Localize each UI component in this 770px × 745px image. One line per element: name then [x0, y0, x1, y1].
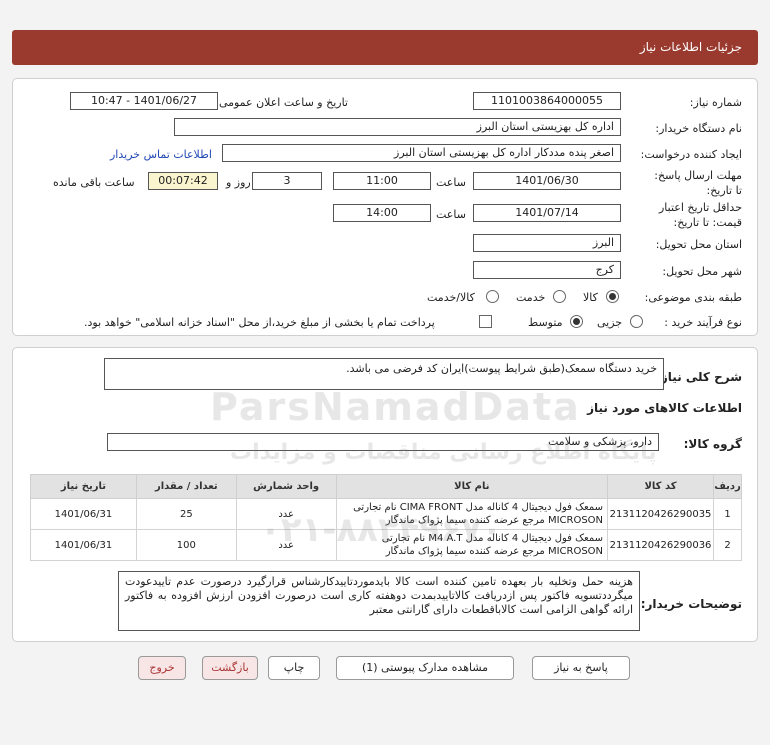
cell-row: 2: [713, 529, 742, 561]
validity-time-field: 14:00: [333, 204, 431, 222]
need-number-field: 1101003864000055: [473, 92, 621, 110]
goods-info-title: اطلاعات کالاهای مورد نیاز: [587, 401, 742, 415]
cell-qty: 25: [135, 498, 237, 530]
page-header: جزئیات اطلاعات نیاز: [12, 30, 758, 65]
col-row: ردیف: [713, 474, 742, 499]
description-label: شرح کلی نیاز:: [656, 370, 742, 384]
category-option-goods: کالا: [583, 291, 598, 304]
days-label: روز و: [226, 176, 251, 189]
cell-unit: عدد: [235, 529, 337, 561]
cell-name: سمعک فول دیجیتال 4 کاناله مدل M4 A.T نام…: [335, 529, 609, 561]
goods-group-label: گروه کالا:: [683, 437, 742, 451]
col-name: نام کالا: [335, 474, 609, 499]
back-button[interactable]: بازگشت: [202, 656, 258, 680]
buyer-org-field: اداره کل بهزیستی استان البرز: [174, 118, 621, 136]
buyer-org-label: نام دستگاه خریدار:: [655, 122, 742, 135]
send-deadline-label: مهلت ارسال پاسخ: تا تاریخ:: [654, 169, 742, 197]
category-option-goods-service: کالا/خدمت: [427, 291, 475, 304]
validity-time-label: ساعت: [436, 208, 466, 221]
send-date-field: 1401/06/30: [473, 172, 621, 190]
attachments-button[interactable]: مشاهده مدارک پیوستی (1): [336, 656, 514, 680]
days-field: 3: [252, 172, 322, 190]
city-field: کرج: [473, 261, 621, 279]
city-label: شهر محل تحویل:: [662, 265, 742, 278]
category-radio-goods-service[interactable]: [486, 290, 499, 303]
announce-label: تاریخ و ساعت اعلان عمومی:: [215, 96, 348, 109]
exit-button[interactable]: خروج: [138, 656, 186, 680]
process-option-minor: جزیی: [597, 316, 623, 329]
remaining-time-field: 00:07:42: [148, 172, 218, 190]
table-row: 1 2131120426290035 سمعک فول دیجیتال 4 کا…: [30, 498, 742, 530]
print-button[interactable]: چاپ: [268, 656, 320, 680]
province-field: البرز: [473, 234, 621, 252]
announce-field: 1401/06/27 - 10:47: [70, 92, 218, 110]
description-field: خرید دستگاه سمعک(طبق شرایط پیوست)ایران ک…: [104, 358, 664, 390]
validity-date-field: 1401/07/14: [473, 204, 621, 222]
payment-note: پرداخت تمام یا بخشی از مبلغ خرید،از محل …: [84, 316, 435, 329]
buyer-notes-field: هزینه حمل وتخلیه بار بعهده تامین کننده ا…: [118, 571, 640, 631]
process-radio-medium[interactable]: [570, 315, 583, 328]
goods-table: ردیف کد کالا نام کالا واحد شمارش تعداد /…: [30, 474, 742, 561]
contact-buyer-link[interactable]: اطلاعات تماس خریدار: [110, 148, 212, 161]
page-title: جزئیات اطلاعات نیاز: [639, 40, 742, 54]
cell-name: سمعک فول دیجیتال 4 کاناله مدل CIMA FRONT…: [335, 498, 609, 530]
cell-date: 1401/06/31: [30, 529, 137, 561]
cell-code: 2131120426290035: [607, 498, 715, 530]
col-code: کد کالا: [607, 474, 715, 499]
reply-button[interactable]: پاسخ به نیاز: [532, 656, 630, 680]
treasury-checkbox[interactable]: [479, 315, 492, 328]
creator-label: ایجاد کننده درخواست:: [640, 148, 742, 161]
province-label: استان محل تحویل:: [655, 238, 742, 251]
cell-date: 1401/06/31: [30, 498, 137, 530]
validity-label: حداقل تاریخ اعتبار قیمت: تا تاریخ:: [658, 201, 742, 229]
col-qty: تعداد / مقدار: [135, 474, 237, 499]
cell-row: 1: [713, 498, 742, 530]
cell-unit: عدد: [235, 498, 337, 530]
buyer-notes-label: توضیحات خریدار:: [640, 597, 742, 611]
need-number-label: شماره نیاز:: [689, 96, 742, 109]
col-date: تاریخ نیاز: [30, 474, 137, 499]
creator-field: اصغر پنده مددکار اداره کل بهزیستی استان …: [222, 144, 621, 162]
cell-code: 2131120426290036: [607, 529, 715, 561]
remaining-label: ساعت باقی مانده: [53, 176, 135, 189]
goods-table-header: ردیف کد کالا نام کالا واحد شمارش تعداد /…: [30, 474, 742, 499]
process-label: نوع فرآیند خرید :: [664, 316, 742, 329]
category-radio-service[interactable]: [553, 290, 566, 303]
send-time-label: ساعت: [436, 176, 466, 189]
cell-qty: 100: [135, 529, 237, 561]
category-option-service: خدمت: [516, 291, 546, 304]
category-label: طبقه بندی موضوعی:: [644, 291, 742, 304]
process-option-medium: متوسط: [528, 316, 563, 329]
category-radio-goods[interactable]: [606, 290, 619, 303]
table-row: 2 2131120426290036 سمعک فول دیجیتال 4 کا…: [30, 529, 742, 561]
col-unit: واحد شمارش: [235, 474, 337, 499]
goods-group-field: دارو، پزشکی و سلامت: [107, 433, 659, 451]
send-time-field: 11:00: [333, 172, 431, 190]
process-radio-minor[interactable]: [630, 315, 643, 328]
